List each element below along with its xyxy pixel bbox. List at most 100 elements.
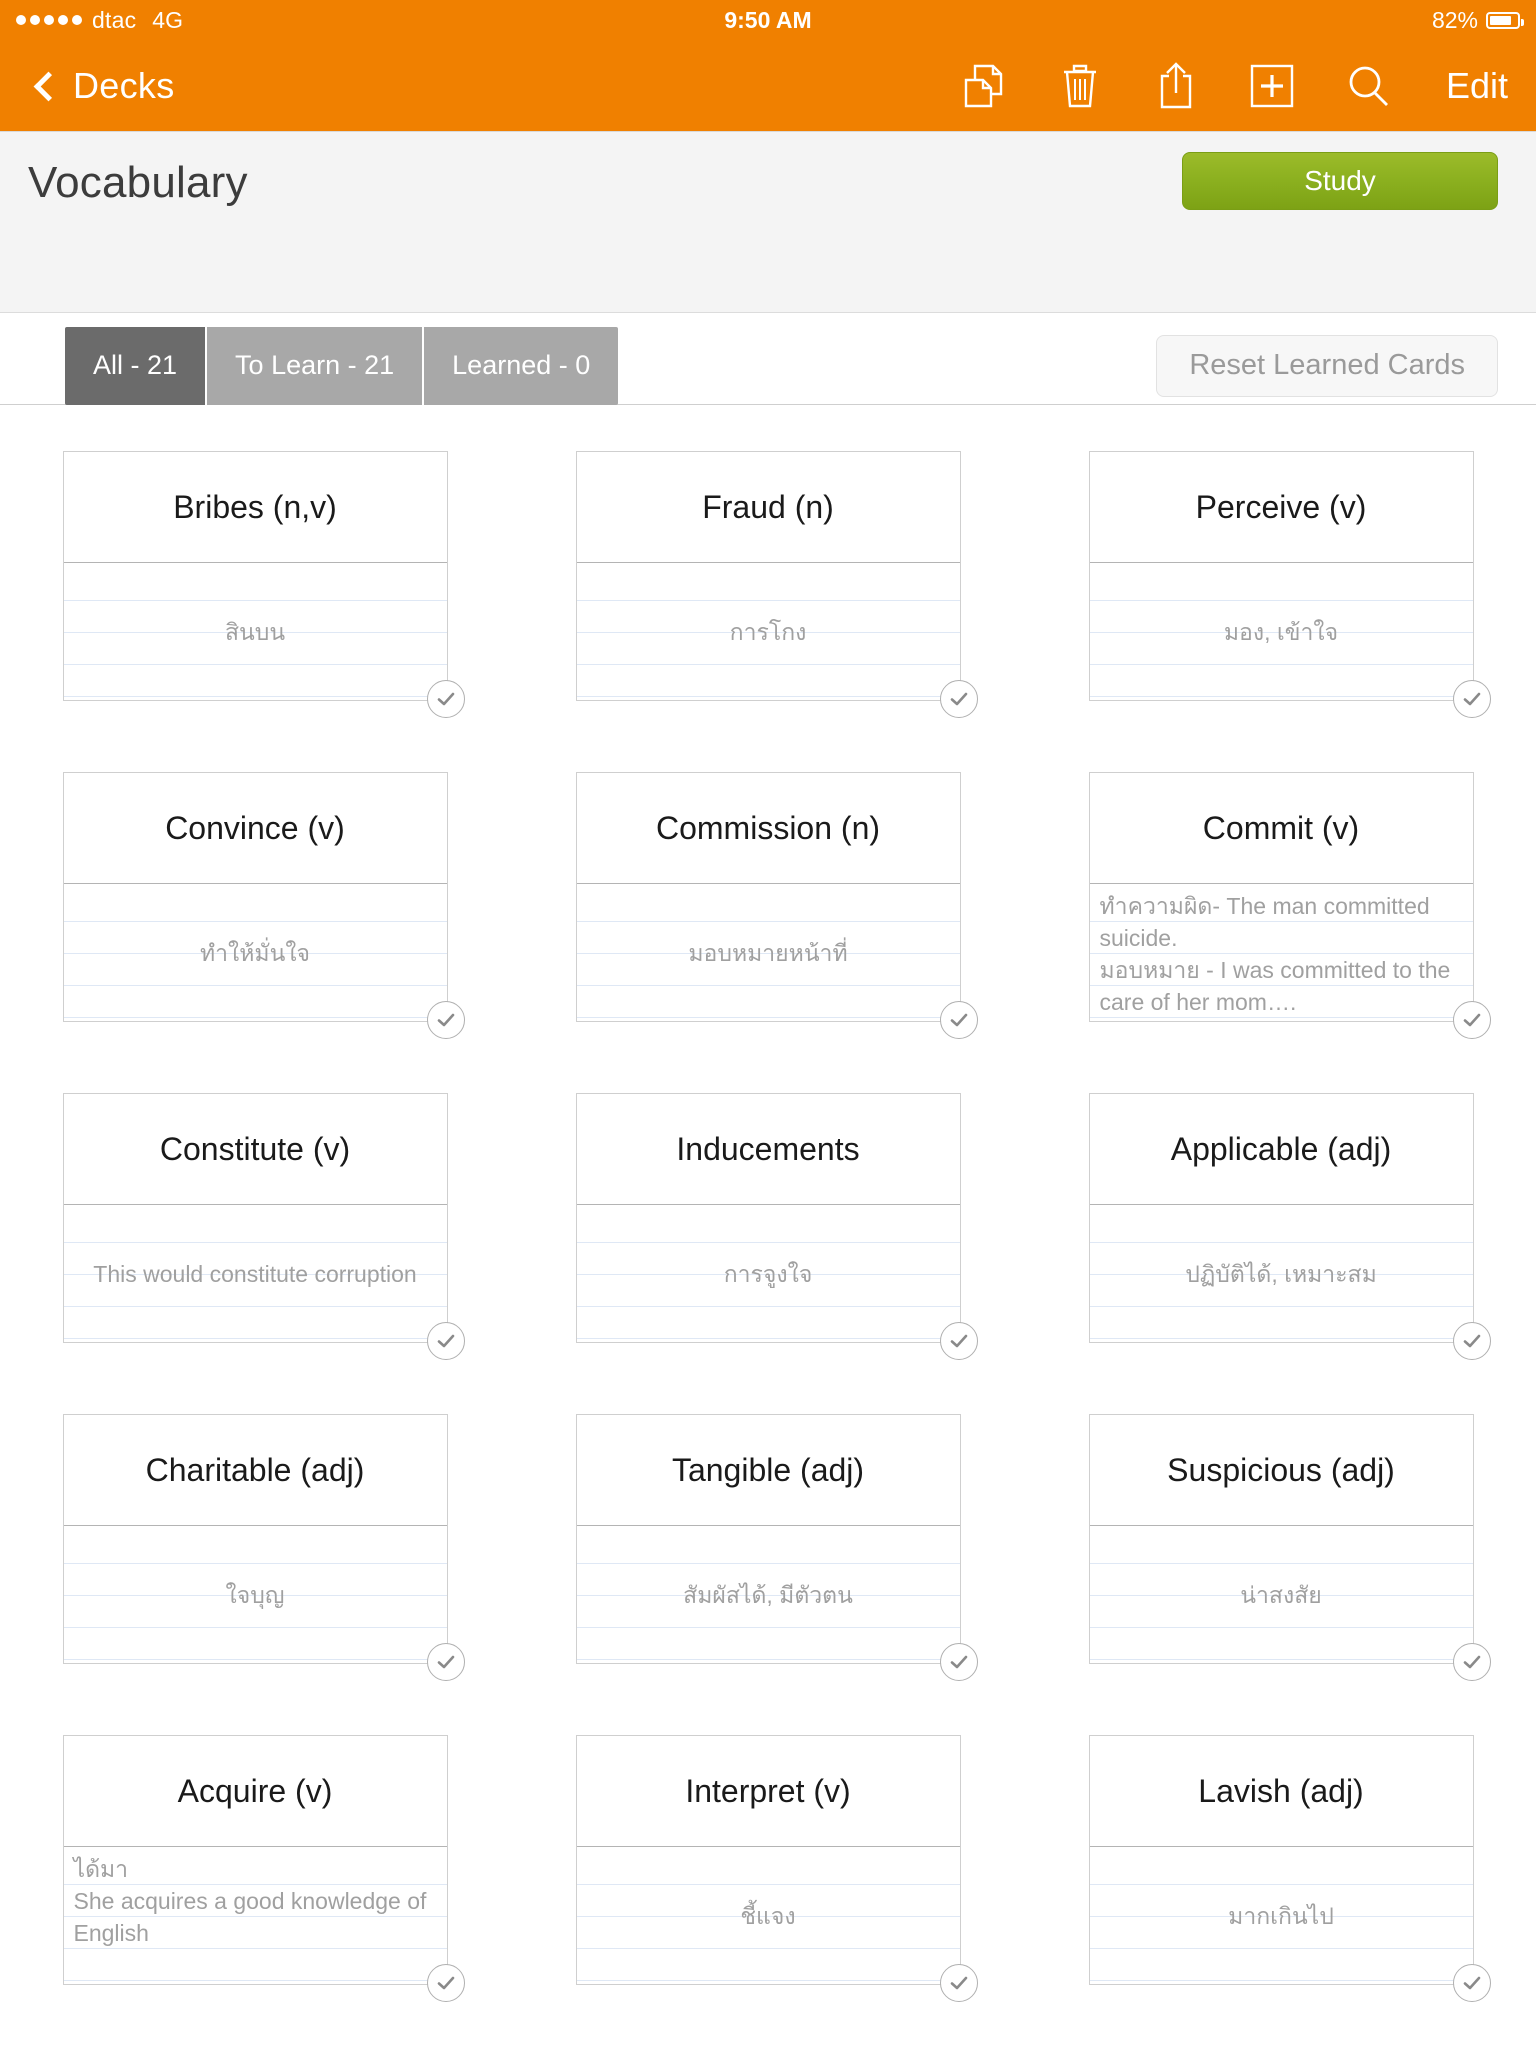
segment-learned[interactable]: Learned - 0 [424, 326, 619, 405]
flashcard-back: สินบน [63, 563, 447, 700]
flashcard[interactable]: Commission (n) มอบหมายหน้าที่ [575, 772, 978, 1039]
flashcard-term: Commission (n) [655, 809, 881, 846]
flashcard-body[interactable]: Commission (n) มอบหมายหน้าที่ [575, 772, 961, 1022]
flashcard-front: Tangible (adj) [576, 1415, 960, 1526]
learned-check-icon[interactable] [426, 1322, 465, 1360]
flashcard-front: Lavish (adj) [1089, 1736, 1473, 1847]
flashcard-definition: ทำความผิด- The man committed suicide. มอ… [1099, 893, 1451, 1015]
learned-check-icon[interactable] [939, 1643, 978, 1681]
flashcard-back: มอบหมายหน้าที่ [576, 884, 960, 1021]
flashcard-term: Applicable (adj) [1170, 1130, 1392, 1167]
flashcard[interactable]: Convince (v) ทำให้มั่นใจ [62, 772, 465, 1039]
flashcard[interactable]: Perceive (v) มอง, เข้าใจ [1088, 451, 1491, 718]
flashcard-front: Charitable (adj) [63, 1415, 447, 1526]
flashcard-term: Constitute (v) [159, 1130, 351, 1167]
flashcard-front: Commission (n) [576, 773, 960, 884]
flashcard-back: ชี้แจง [576, 1847, 960, 1984]
study-button[interactable]: Study [1182, 152, 1498, 210]
flashcard-definition: This would constitute corruption [93, 1260, 417, 1287]
flashcard-body[interactable]: Bribes (n,v) สินบน [62, 451, 448, 701]
flashcard-definition: การจูงใจ [723, 1260, 813, 1287]
flashcard-definition: ใจบุญ [225, 1581, 285, 1608]
flashcard-body[interactable]: Lavish (adj) มากเกินไป [1088, 1735, 1474, 1985]
flashcard[interactable]: Suspicious (adj) น่าสงสัย [1088, 1414, 1491, 1681]
search-icon[interactable] [1344, 60, 1392, 112]
flashcard-term: Bribes (n,v) [173, 488, 337, 525]
flashcard-back: This would constitute corruption [63, 1205, 447, 1342]
flashcard-definition: ทำให้มั่นใจ [199, 939, 311, 966]
flashcard-body[interactable]: Fraud (n) การโกง [575, 451, 961, 701]
learned-check-icon[interactable] [1452, 680, 1491, 718]
flashcard-front: Suspicious (adj) [1089, 1415, 1473, 1526]
flashcard-definition: การโกง [729, 618, 807, 645]
learned-check-icon[interactable] [426, 680, 465, 718]
flashcard-front: Perceive (v) [1089, 452, 1473, 563]
share-icon[interactable] [1152, 60, 1200, 112]
flashcard-body[interactable]: Perceive (v) มอง, เข้าใจ [1088, 451, 1474, 701]
segment-to-learn[interactable]: To Learn - 21 [207, 326, 425, 405]
flashcard-definition: สัมผัสได้, มีตัวตน [683, 1581, 853, 1608]
flashcard-definition: ได้มา She acquires a good knowledge of E… [73, 1856, 427, 1946]
flashcard-term: Convince (v) [165, 809, 345, 846]
navigation-bar: Decks Edit [0, 40, 1536, 132]
flashcard-back: ได้มา She acquires a good knowledge of E… [63, 1847, 447, 1984]
status-clock: 9:50 AM [724, 6, 812, 33]
flashcard[interactable]: Inducements การจูงใจ [575, 1093, 978, 1360]
navigation-actions: Edit [960, 60, 1508, 112]
flashcard-body[interactable]: Applicable (adj) ปฏิบัติได้, เหมาะสม [1088, 1093, 1474, 1343]
learned-check-icon[interactable] [939, 680, 978, 718]
learned-check-icon[interactable] [1452, 1001, 1491, 1039]
flashcard[interactable]: Commit (v) ทำความผิด- The man committed s… [1088, 772, 1491, 1039]
learned-check-icon[interactable] [1452, 1964, 1491, 2002]
flashcard-body[interactable]: Interpret (v) ชี้แจง [575, 1735, 961, 1985]
learned-check-icon[interactable] [939, 1001, 978, 1039]
learned-check-icon[interactable] [939, 1964, 978, 2002]
flashcard[interactable]: Bribes (n,v) สินบน [62, 451, 465, 718]
learned-check-icon[interactable] [1452, 1643, 1491, 1681]
flashcard-definition: มอง, เข้าใจ [1223, 618, 1339, 645]
add-icon[interactable] [1248, 60, 1296, 112]
battery-icon [1486, 11, 1524, 29]
flashcard-definition: ปฏิบัติได้, เหมาะสม [1185, 1260, 1377, 1287]
flashcard-body[interactable]: Charitable (adj) ใจบุญ [62, 1414, 448, 1664]
learned-check-icon[interactable] [426, 1643, 465, 1681]
flashcard-back: ปฏิบัติได้, เหมาะสม [1089, 1205, 1473, 1342]
learned-check-icon[interactable] [939, 1322, 978, 1360]
flashcard-body[interactable]: Tangible (adj) สัมผัสได้, มีตัวตน [575, 1414, 961, 1664]
flashcard-body[interactable]: Convince (v) ทำให้มั่นใจ [62, 772, 448, 1022]
flashcard[interactable]: Interpret (v) ชี้แจง [575, 1735, 978, 2002]
flashcard-term: Suspicious (adj) [1167, 1451, 1395, 1488]
status-left: dtac 4G [16, 7, 183, 34]
flashcard[interactable]: Tangible (adj) สัมผัสได้, มีตัวตน [575, 1414, 978, 1681]
status-bar: dtac 4G 9:50 AM 82% [0, 0, 1536, 40]
flashcard-front: Constitute (v) [63, 1094, 447, 1205]
trash-icon[interactable] [1056, 60, 1104, 112]
flashcard-front: Applicable (adj) [1089, 1094, 1473, 1205]
duplicate-icon[interactable] [960, 60, 1008, 112]
segmented-control: All - 21 To Learn - 21 Learned - 0 [65, 326, 619, 405]
flashcard[interactable]: Constitute (v) This would constitute corr… [62, 1093, 465, 1360]
flashcard[interactable]: Lavish (adj) มากเกินไป [1088, 1735, 1491, 2002]
flashcard-body[interactable]: Suspicious (adj) น่าสงสัย [1088, 1414, 1474, 1664]
flashcard[interactable]: Fraud (n) การโกง [575, 451, 978, 718]
flashcard-body[interactable]: Constitute (v) This would constitute corr… [62, 1093, 448, 1343]
flashcard[interactable]: Applicable (adj) ปฏิบัติได้, เหมาะสม [1088, 1093, 1491, 1360]
flashcard[interactable]: Acquire (v) ได้มา She acquires a good kno… [62, 1735, 465, 2002]
segment-all[interactable]: All - 21 [65, 326, 208, 405]
flashcard-back: ทำให้มั่นใจ [63, 884, 447, 1021]
flashcard-back: ใจบุญ [63, 1526, 447, 1663]
filter-bar: All - 21 To Learn - 21 Learned - 0 Reset… [0, 313, 1536, 405]
flashcard-body[interactable]: Commit (v) ทำความผิด- The man committed s… [1088, 772, 1474, 1022]
flashcard-term: Tangible (adj) [671, 1451, 865, 1488]
flashcard-grid: Bribes (n,v) สินบน Fraud (n) การโกง Perceive… [0, 405, 1536, 2002]
back-to-decks-button[interactable]: Decks [33, 65, 175, 107]
edit-button[interactable]: Edit [1446, 65, 1508, 107]
flashcard-body[interactable]: Inducements การจูงใจ [575, 1093, 961, 1343]
learned-check-icon[interactable] [1452, 1322, 1491, 1360]
flashcard-body[interactable]: Acquire (v) ได้มา She acquires a good kno… [62, 1735, 448, 1985]
learned-check-icon[interactable] [426, 1001, 465, 1039]
flashcard-back: ทำความผิด- The man committed suicide. มอ… [1089, 884, 1473, 1021]
learned-check-icon[interactable] [426, 1964, 465, 2002]
reset-learned-cards-button[interactable]: Reset Learned Cards [1156, 334, 1498, 397]
flashcard[interactable]: Charitable (adj) ใจบุญ [62, 1414, 465, 1681]
